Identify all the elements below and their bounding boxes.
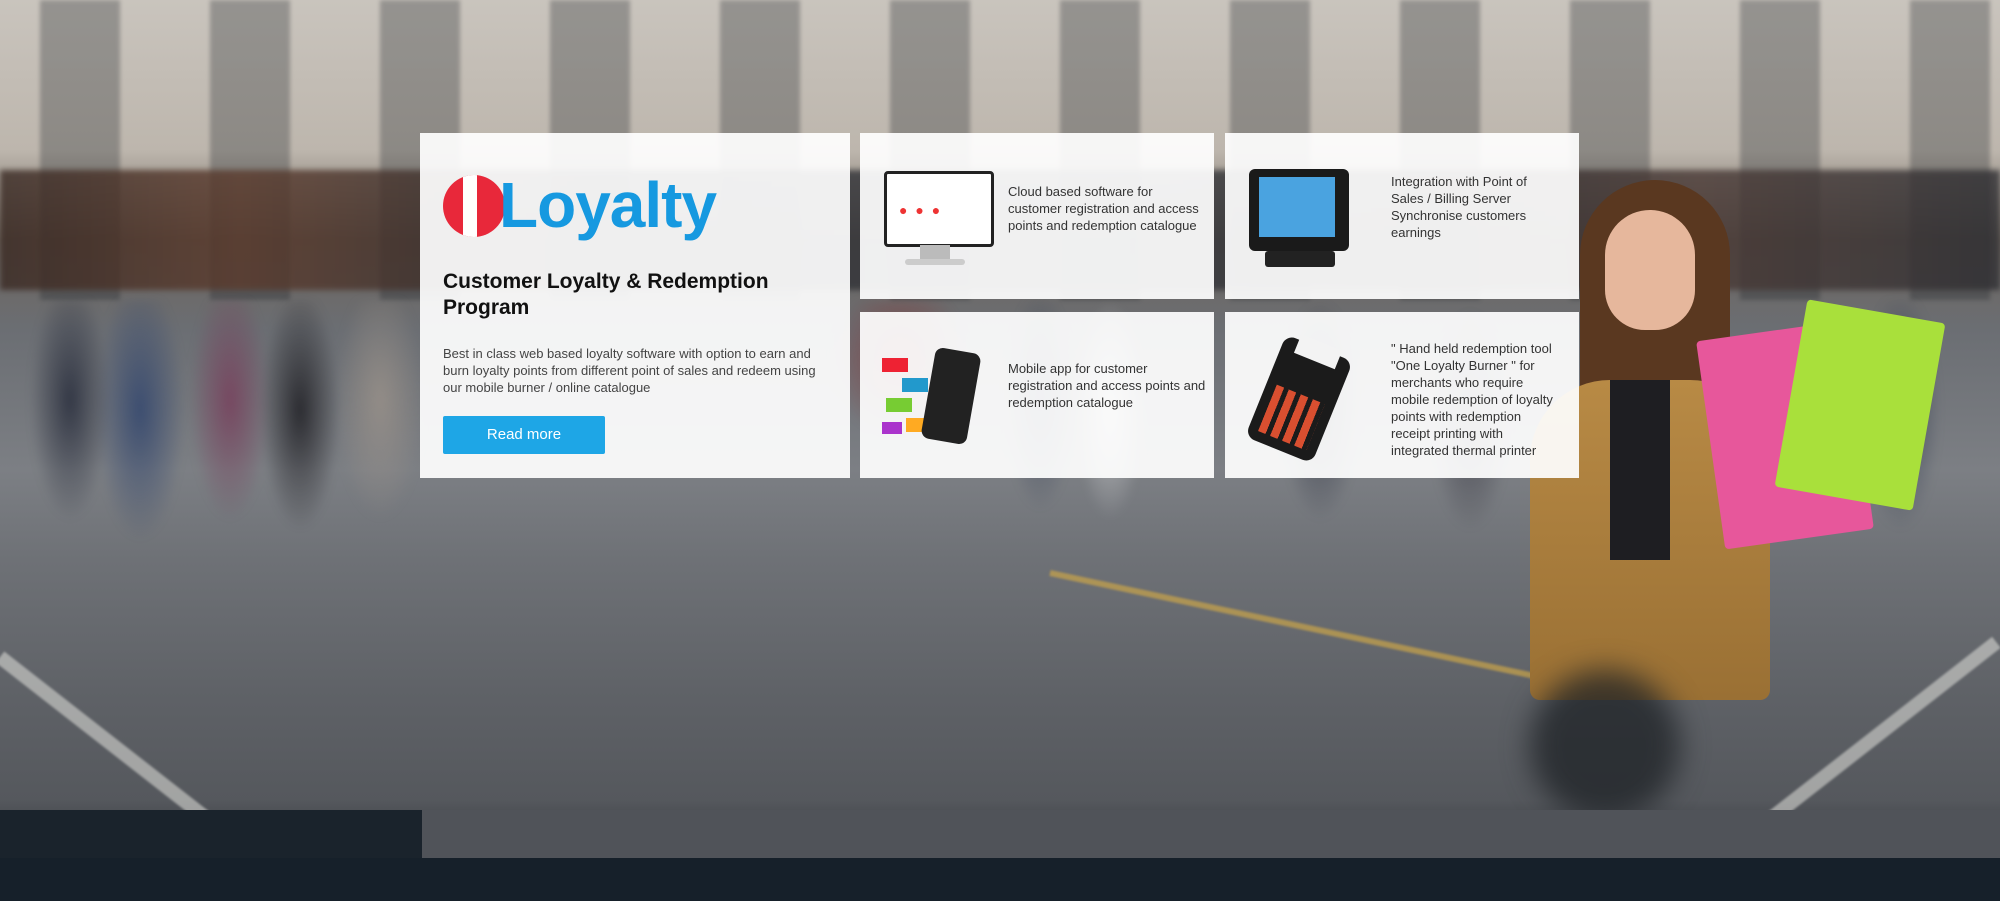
monitor-icon: ● ● ● — [880, 161, 994, 271]
mobile-app-icon — [880, 340, 982, 450]
footer-step — [0, 810, 422, 858]
brand-logo: Loyalty — [443, 169, 828, 251]
feature-card-mobile: Mobile app for customer registration and… — [860, 312, 1214, 478]
hero-title: Customer Loyalty & Redemption Program — [443, 270, 769, 319]
hero-panel: Loyalty Customer Loyalty & Redemption Pr… — [420, 133, 850, 478]
footer-overlay — [422, 810, 2000, 858]
feature-card-handheld: " Hand held redemption tool "One Loyalty… — [1225, 312, 1579, 478]
background-blur — [1530, 670, 1680, 820]
logo-mark-icon — [443, 175, 505, 237]
feature-card-cloud: ● ● ● Cloud based software for customer … — [860, 133, 1214, 299]
feature-text: Cloud based software for customer regist… — [1008, 184, 1199, 233]
handheld-printer-icon — [1245, 334, 1353, 464]
hero-description: Best in class web based loyalty software… — [443, 346, 816, 395]
pos-terminal-icon — [1245, 161, 1349, 271]
feature-text: Mobile app for customer registration and… — [1008, 361, 1206, 410]
logo-text: Loyalty — [499, 169, 717, 241]
feature-text: " Hand held redemption tool "One Loyalty… — [1391, 341, 1553, 458]
feature-card-pos: Integration with Point of Sales / Billin… — [1225, 133, 1579, 299]
read-more-button[interactable]: Read more — [443, 416, 605, 454]
road-marking — [0, 651, 210, 823]
feature-text: Integration with Point of Sales / Billin… — [1391, 174, 1527, 240]
